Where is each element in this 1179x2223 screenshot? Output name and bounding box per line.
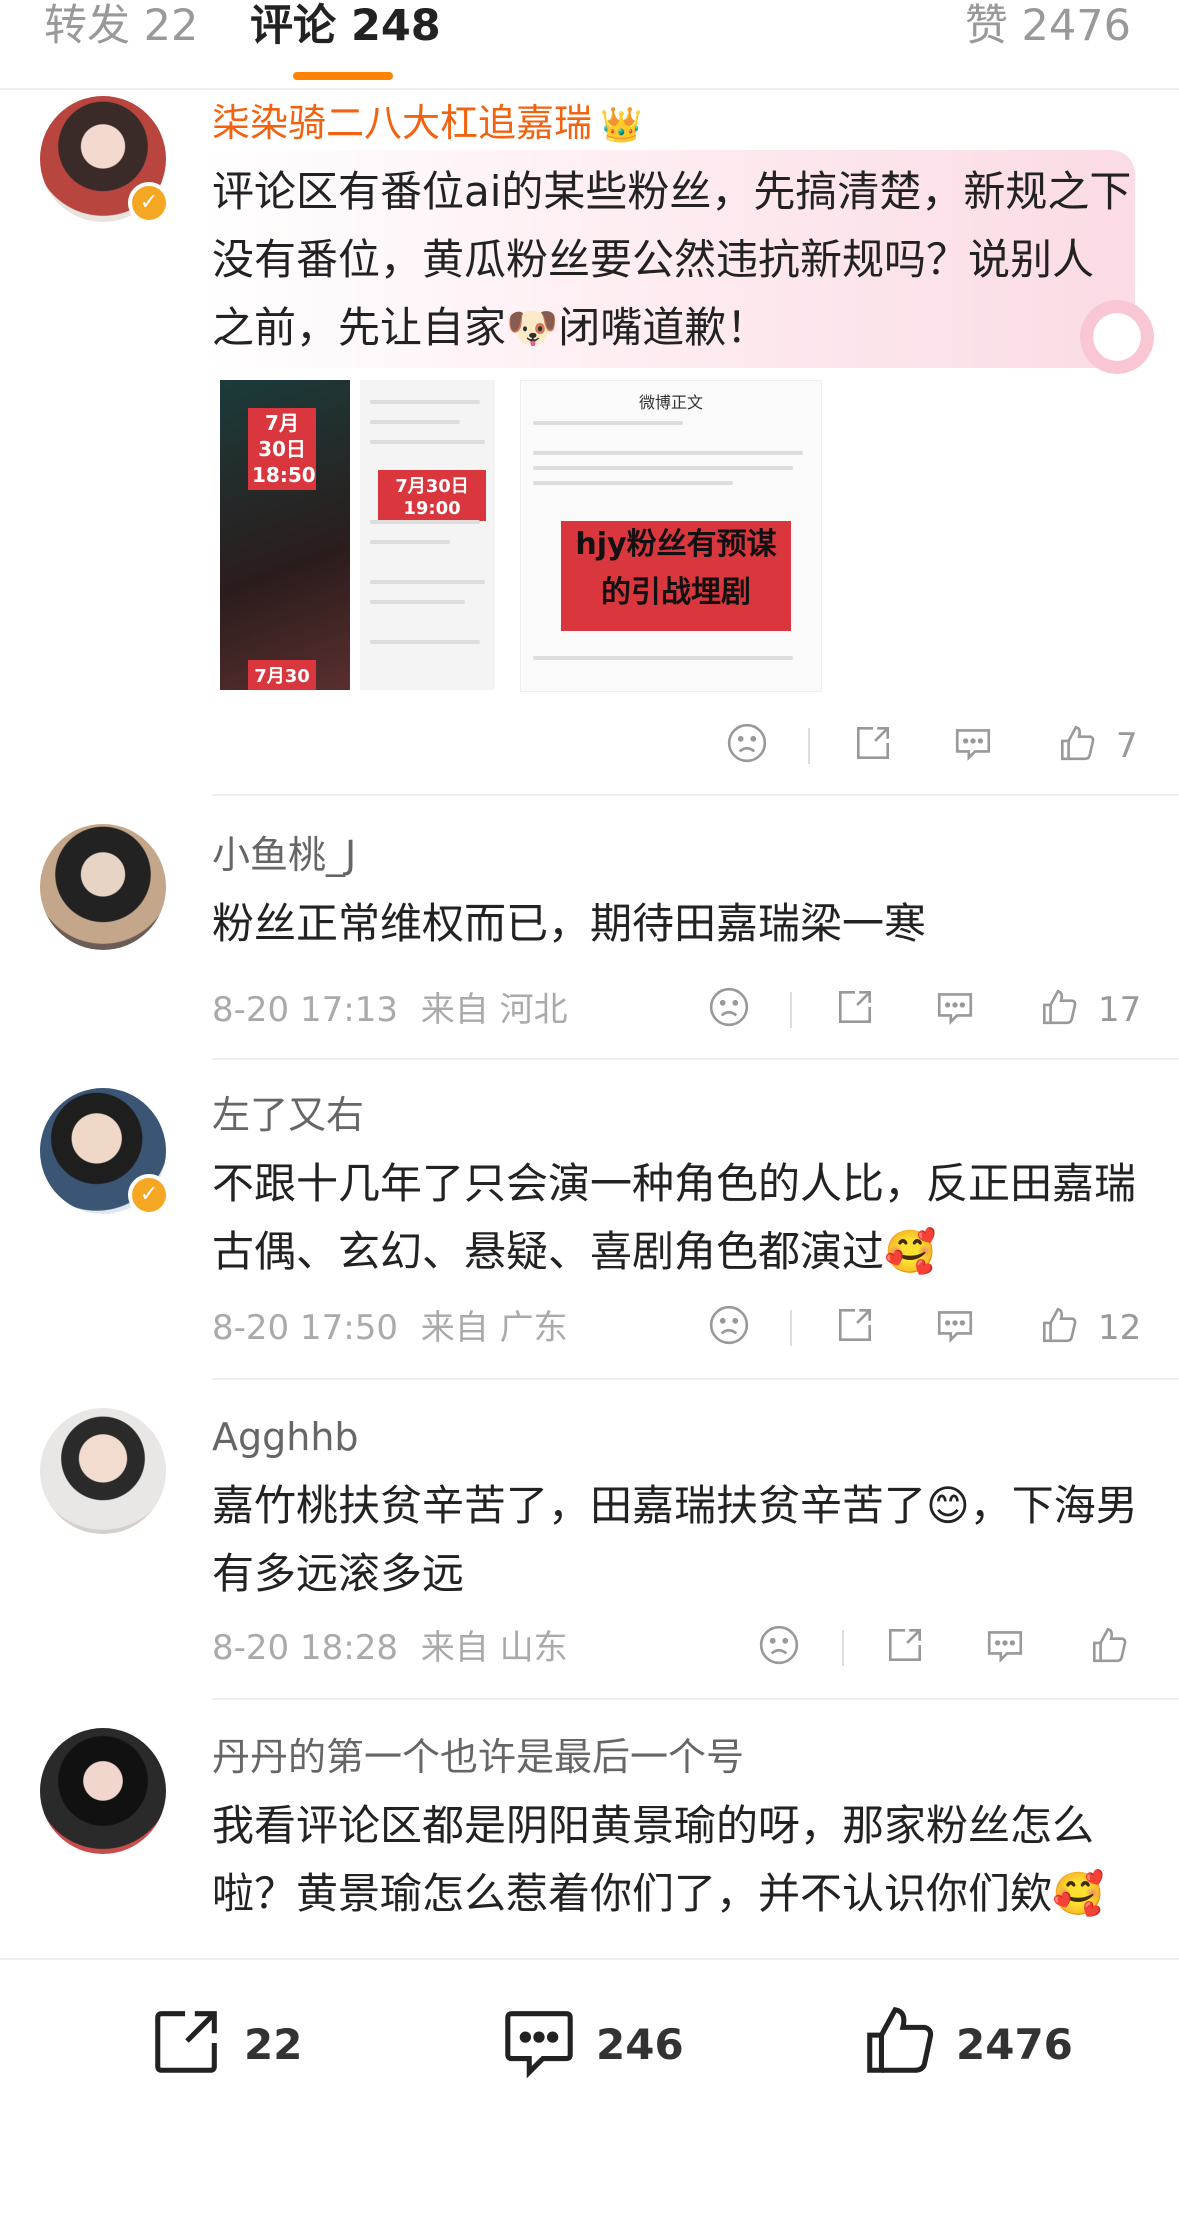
sad-face-icon bbox=[709, 1305, 749, 1345]
bottom-action-bar: 22 246 2476 bbox=[0, 1958, 1179, 2223]
comment-text: 粉丝正常维权而已，期待田嘉瑞梁一寒 bbox=[212, 899, 927, 948]
like-button[interactable]: 2476 bbox=[860, 2002, 1073, 2082]
screenshot-image-2[interactable]: 7月30日19:00 bbox=[360, 380, 495, 690]
image-stamp: 7月30日 bbox=[248, 660, 316, 690]
comment-image-strip[interactable]: 7月30日 18:50 7月30日 7月30日19:00 微博正文 hjy粉丝有… bbox=[220, 380, 822, 692]
comment-text: 不跟十几年了只会演一种角色的人比，反正田嘉瑞古偶、玄幻、悬疑、喜剧角色都演过🥰 bbox=[212, 1159, 1137, 1276]
dislike-button[interactable] bbox=[708, 1304, 750, 1352]
comment-text: 嘉竹桃扶贫辛苦了，田嘉瑞扶贫辛苦了😊，下海男有多远滚多远 bbox=[212, 1481, 1138, 1598]
verified-badge-icon: ✓ bbox=[128, 1174, 170, 1216]
reply-button[interactable] bbox=[934, 1304, 976, 1352]
share-icon bbox=[838, 990, 872, 1024]
tab-repost[interactable]: 转发 22 bbox=[44, 0, 198, 52]
dislike-button[interactable] bbox=[726, 722, 768, 770]
share-icon bbox=[155, 2011, 217, 2073]
username[interactable]: Agghhb bbox=[212, 1414, 359, 1460]
thumbs-up-icon bbox=[867, 2007, 934, 2073]
comment-button[interactable]: 246 bbox=[500, 2002, 684, 2082]
screenshot-image-1[interactable]: 7月30日 18:50 7月30日 bbox=[220, 380, 350, 690]
like-count: 7 bbox=[1116, 726, 1138, 766]
comment-item: 丹丹的第一个也许是最后一个号 我看评论区都是阴阳黄景瑜的呀，那家粉丝怎么啦？黄景… bbox=[0, 1700, 1179, 1958]
like-count: 2476 bbox=[956, 2020, 1073, 2069]
like-button[interactable] bbox=[1088, 1624, 1130, 1672]
action-separator bbox=[790, 1310, 792, 1346]
dislike-button[interactable] bbox=[708, 986, 750, 1034]
share-icon bbox=[856, 726, 890, 760]
like-button[interactable]: 7 bbox=[1056, 722, 1138, 770]
avatar[interactable] bbox=[40, 824, 166, 950]
username[interactable]: 柒染骑二八大杠追嘉瑞 👑 bbox=[212, 100, 642, 148]
comment-text: 我看评论区都是阴阳黄景瑜的呀，那家粉丝怎么啦？黄景瑜怎么惹着你们了，并不认识你们… bbox=[212, 1801, 1105, 1918]
comment-divider bbox=[212, 794, 1179, 796]
verified-badge-icon: ✓ bbox=[128, 182, 170, 224]
share-button[interactable] bbox=[834, 1304, 876, 1352]
thumbs-up-icon bbox=[1092, 1627, 1127, 1663]
screenshot-image-3[interactable]: 微博正文 hjy粉丝有预谋的引战埋剧 bbox=[520, 380, 822, 692]
avatar[interactable] bbox=[40, 1728, 166, 1854]
comment-icon bbox=[987, 1631, 1023, 1663]
action-separator bbox=[808, 728, 810, 764]
comment-actions bbox=[0, 1624, 1179, 1672]
image-banner-text: hjy粉丝有预谋的引战埋剧 bbox=[561, 521, 791, 631]
repost-count: 22 bbox=[244, 2020, 303, 2069]
comment-text: 评论区有番位ai的某些粉丝，先搞清楚，新规之下没有番位，黄瓜粉丝要公然违抗新规吗… bbox=[212, 167, 1132, 352]
image-stamp: 7月30日19:00 bbox=[378, 470, 486, 521]
like-button[interactable]: 17 bbox=[1038, 986, 1141, 1034]
share-button[interactable] bbox=[884, 1624, 926, 1672]
like-button[interactable]: 12 bbox=[1038, 1304, 1141, 1352]
reply-button[interactable] bbox=[934, 986, 976, 1034]
username[interactable]: 左了又右 bbox=[212, 1092, 364, 1138]
repost-button[interactable]: 22 bbox=[148, 2002, 302, 2082]
image-stamp: 7月30日 18:50 bbox=[248, 408, 316, 490]
comment-tabs: 转发 22 评论 248 赞 2476 bbox=[0, 0, 1179, 90]
sad-face-icon bbox=[709, 987, 749, 1027]
dislike-button[interactable] bbox=[758, 1624, 800, 1672]
username[interactable]: 丹丹的第一个也许是最后一个号 bbox=[212, 1734, 744, 1780]
comment-icon bbox=[505, 2011, 573, 2079]
avatar[interactable] bbox=[40, 1408, 166, 1534]
comment-divider bbox=[212, 1378, 1179, 1380]
action-separator bbox=[790, 992, 792, 1028]
share-icon bbox=[838, 1308, 872, 1342]
image-header: 微博正文 bbox=[638, 393, 703, 412]
share-button[interactable] bbox=[852, 722, 894, 770]
sad-face-icon bbox=[727, 723, 767, 763]
comment-divider bbox=[212, 1058, 1179, 1060]
crown-badge-icon: 👑 bbox=[600, 105, 643, 145]
comment-icon bbox=[955, 729, 991, 761]
comment-count: 246 bbox=[596, 2020, 684, 2069]
reply-button[interactable] bbox=[984, 1624, 1026, 1672]
action-separator bbox=[842, 1630, 844, 1666]
comment-actions: 12 bbox=[0, 1304, 1179, 1352]
thumbs-up-icon bbox=[1060, 725, 1095, 761]
thumbs-up-icon bbox=[1042, 1307, 1077, 1343]
comment-actions: 17 bbox=[0, 986, 1179, 1034]
comment-icon bbox=[937, 993, 973, 1025]
thumbs-up-icon bbox=[1042, 989, 1077, 1025]
active-tab-indicator bbox=[293, 72, 393, 80]
share-icon bbox=[888, 1628, 922, 1662]
comment-icon bbox=[937, 1311, 973, 1343]
username[interactable]: 小鱼桃_J bbox=[212, 832, 356, 878]
like-count: 17 bbox=[1098, 990, 1142, 1030]
reply-button[interactable] bbox=[952, 722, 994, 770]
share-button[interactable] bbox=[834, 986, 876, 1034]
tab-like[interactable]: 赞 2476 bbox=[965, 0, 1131, 52]
comment-actions: 7 bbox=[0, 722, 1179, 770]
like-count: 12 bbox=[1098, 1308, 1142, 1348]
sad-face-icon bbox=[759, 1625, 799, 1665]
